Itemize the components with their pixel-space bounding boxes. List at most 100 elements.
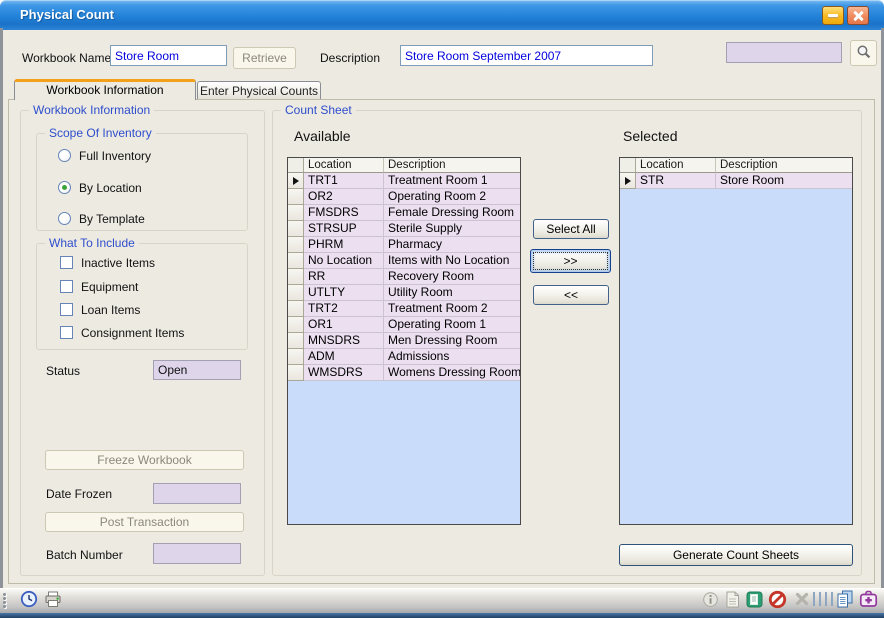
toolbar-grip[interactable] (3, 592, 9, 611)
retrieve-button[interactable]: Retrieve (233, 47, 296, 69)
row-selector[interactable] (288, 237, 304, 253)
cell-location[interactable]: OR2 (304, 189, 384, 205)
minimize-button[interactable] (822, 6, 844, 25)
cell-description[interactable]: Female Dressing Room (384, 205, 520, 221)
cell-description[interactable]: Utility Room (384, 285, 520, 301)
titlebar[interactable]: Physical Count (0, 0, 884, 30)
row-selector[interactable] (288, 253, 304, 269)
cell-description[interactable]: Treatment Room 1 (384, 173, 520, 189)
workbook-information-group-title: Workbook Information (29, 103, 154, 117)
table-row[interactable]: STRStore Room (620, 173, 852, 189)
cell-location[interactable]: OR1 (304, 317, 384, 333)
table-row[interactable]: FMSDRSFemale Dressing Room (288, 205, 520, 221)
cell-location[interactable]: No Location (304, 253, 384, 269)
cell-description[interactable]: Admissions (384, 349, 520, 365)
save-button[interactable] (743, 591, 765, 612)
cell-location[interactable]: UTLTY (304, 285, 384, 301)
clock-icon (20, 590, 38, 613)
table-row[interactable]: STRSUPSterile Supply (288, 221, 520, 237)
freeze-workbook-button[interactable]: Freeze Workbook (45, 450, 244, 470)
row-selector[interactable] (288, 365, 304, 381)
table-row[interactable]: OR2Operating Room 2 (288, 189, 520, 205)
generate-count-sheets-button[interactable]: Generate Count Sheets (619, 544, 853, 566)
quick-search-input[interactable] (726, 42, 842, 63)
batch-number-label: Batch Number (46, 548, 123, 562)
table-row[interactable]: PHRMPharmacy (288, 237, 520, 253)
row-selector[interactable] (620, 173, 636, 189)
table-row[interactable]: RRRecovery Room (288, 269, 520, 285)
search-button[interactable] (850, 40, 877, 66)
cell-location[interactable]: ADM (304, 349, 384, 365)
column-header-location[interactable]: Location (304, 158, 384, 173)
column-header-location[interactable]: Location (636, 158, 716, 173)
first-aid-button[interactable] (857, 591, 879, 612)
radio-by-template[interactable] (58, 212, 71, 225)
cell-location[interactable]: MNSDRS (304, 333, 384, 349)
copy-button[interactable] (834, 591, 856, 612)
column-header-description[interactable]: Description (384, 158, 520, 173)
cell-description[interactable]: Items with No Location (384, 253, 520, 269)
selected-grid[interactable]: Location Description STRStore Room (619, 157, 853, 525)
checkbox-inactive-items[interactable] (60, 256, 73, 269)
radio-by-location[interactable] (58, 181, 71, 194)
row-selector[interactable] (288, 349, 304, 365)
row-selector[interactable] (288, 269, 304, 285)
column-header-description[interactable]: Description (716, 158, 852, 173)
cell-location[interactable]: RR (304, 269, 384, 285)
cell-location[interactable]: TRT2 (304, 301, 384, 317)
cell-description[interactable]: Operating Room 1 (384, 317, 520, 333)
row-selector[interactable] (288, 301, 304, 317)
cell-location[interactable]: WMSDRS (304, 365, 384, 381)
checkbox-loan-items[interactable] (60, 303, 73, 316)
table-row[interactable]: TRT2Treatment Room 2 (288, 301, 520, 317)
workbook-name-input[interactable] (110, 45, 227, 66)
cell-description[interactable]: Womens Dressing Room (384, 365, 520, 381)
row-selector[interactable] (288, 285, 304, 301)
cell-description[interactable]: Sterile Supply (384, 221, 520, 237)
print-button[interactable] (42, 591, 64, 612)
row-selector[interactable] (288, 189, 304, 205)
description-input[interactable] (400, 45, 653, 66)
block-button[interactable] (766, 591, 788, 612)
cell-description[interactable]: Recovery Room (384, 269, 520, 285)
table-row[interactable]: No LocationItems with No Location (288, 253, 520, 269)
cell-description[interactable]: Pharmacy (384, 237, 520, 253)
cell-description[interactable]: Operating Room 2 (384, 189, 520, 205)
table-row[interactable]: ADMAdmissions (288, 349, 520, 365)
clock-button[interactable] (18, 591, 40, 612)
available-grid[interactable]: Location Description TRT1Treatment Room … (287, 157, 521, 525)
cell-location[interactable]: TRT1 (304, 173, 384, 189)
cell-description[interactable]: Men Dressing Room (384, 333, 520, 349)
cell-location[interactable]: FMSDRS (304, 205, 384, 221)
cell-location[interactable]: STRSUP (304, 221, 384, 237)
row-selector[interactable] (288, 173, 304, 189)
cell-location[interactable]: STR (636, 173, 716, 189)
select-all-button[interactable]: Select All (533, 219, 609, 239)
table-row[interactable]: OR1Operating Room 1 (288, 317, 520, 333)
cell-description[interactable]: Store Room (716, 173, 852, 189)
row-selector[interactable] (288, 333, 304, 349)
row-selector[interactable] (288, 317, 304, 333)
tab-enter-physical-counts[interactable]: Enter Physical Counts (197, 81, 321, 100)
info-button[interactable] (699, 591, 721, 612)
row-selector[interactable] (288, 205, 304, 221)
post-transaction-button[interactable]: Post Transaction (45, 512, 244, 532)
cell-description[interactable]: Treatment Room 2 (384, 301, 520, 317)
table-row[interactable]: UTLTYUtility Room (288, 285, 520, 301)
cell-location[interactable]: PHRM (304, 237, 384, 253)
table-row[interactable]: MNSDRSMen Dressing Room (288, 333, 520, 349)
document-button[interactable] (721, 591, 743, 612)
radio-full-inventory[interactable] (58, 149, 71, 162)
delete-button[interactable] (791, 591, 813, 612)
count-sheet-group-title: Count Sheet (281, 103, 356, 117)
row-selector[interactable] (288, 221, 304, 237)
move-to-selected-button[interactable]: >> (530, 249, 611, 273)
checkbox-equipment[interactable] (60, 280, 73, 293)
table-row[interactable]: WMSDRSWomens Dressing Room (288, 365, 520, 381)
checkbox-consignment-items[interactable] (60, 326, 73, 339)
table-row[interactable]: TRT1Treatment Room 1 (288, 173, 520, 189)
tab-workbook-information[interactable]: Workbook Information (14, 79, 196, 100)
close-button[interactable] (847, 6, 869, 25)
available-grid-header: Location Description (288, 158, 520, 173)
move-to-available-button[interactable]: << (533, 285, 609, 305)
